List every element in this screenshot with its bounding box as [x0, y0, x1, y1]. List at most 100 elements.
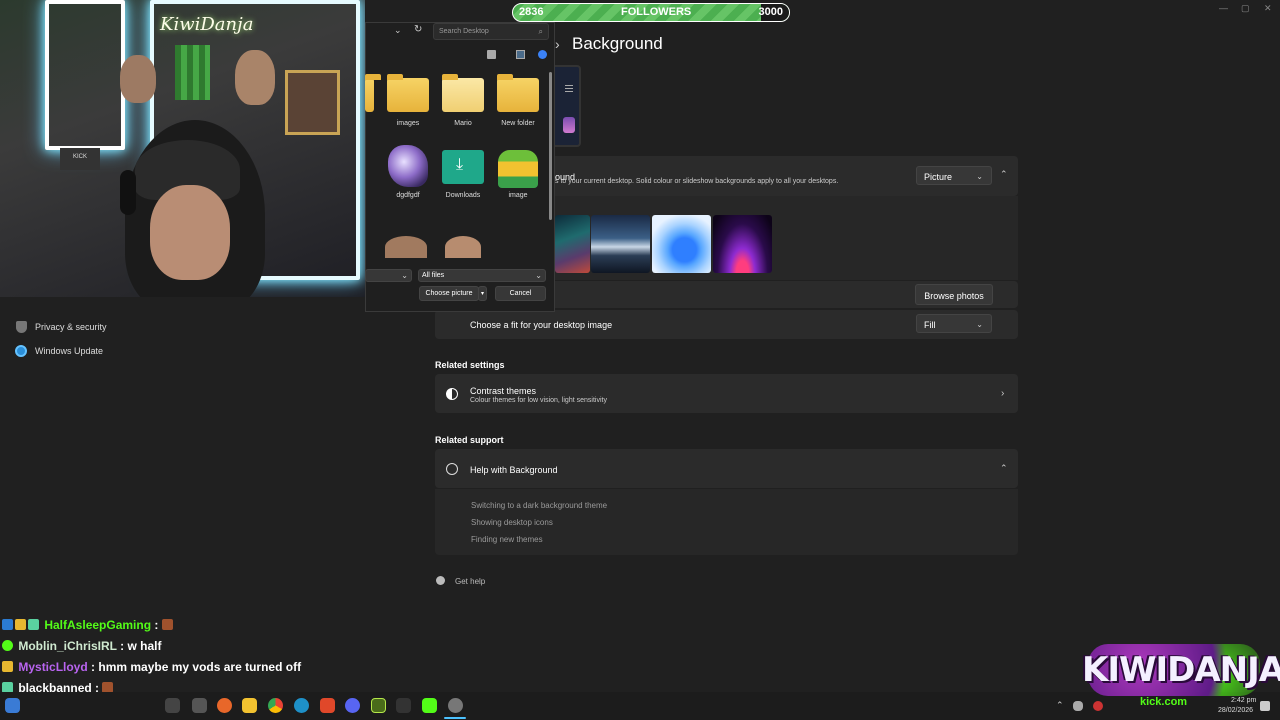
chevron-down-icon: ⌄ [401, 271, 408, 280]
cancel-button[interactable]: Cancel [495, 286, 546, 301]
page-title: Background [572, 34, 663, 53]
search-input[interactable]: Search Desktop ⌕ [433, 23, 549, 40]
badge-icon [15, 619, 26, 630]
file-item-label[interactable]: images [378, 120, 438, 127]
chevron-down-icon[interactable]: ⌄ [394, 25, 402, 36]
help-link[interactable]: Switching to a dark background theme [471, 501, 607, 510]
refresh-icon[interactable]: ↻ [414, 24, 422, 35]
recent-image-thumb[interactable] [713, 215, 772, 273]
chevron-up-icon: ⌃ [1000, 463, 1008, 473]
file-type-dropdown[interactable]: All files ⌄ [418, 269, 546, 282]
help-icon[interactable] [538, 50, 547, 59]
chevron-up-icon[interactable]: ⌃ [1056, 700, 1064, 711]
help-link[interactable]: Showing desktop icons [471, 518, 553, 527]
scrollbar-thumb[interactable] [549, 72, 552, 220]
image-thumbnail[interactable] [385, 236, 427, 258]
recent-image-thumb[interactable] [555, 215, 590, 273]
channel-logo: KIWIDANJA kick.com [1078, 630, 1280, 716]
discord-icon[interactable] [345, 698, 360, 713]
start-icon[interactable] [5, 698, 20, 713]
globe-icon [446, 463, 458, 475]
dropdown-value: All files [422, 272, 445, 279]
chat-separator: : [87, 660, 99, 674]
logo-subtext: kick.com [1140, 696, 1188, 708]
view-icon[interactable] [487, 50, 496, 59]
terminal-icon[interactable] [396, 698, 411, 713]
folder-icon[interactable] [387, 74, 429, 112]
maximize-icon[interactable]: ▢ [1241, 3, 1250, 14]
fit-label: Choose a fit for your desktop image [470, 320, 613, 330]
chevron-up-icon[interactable]: ⌃ [1000, 169, 1008, 180]
contrast-icon [446, 388, 458, 400]
firefox-icon[interactable] [217, 698, 232, 713]
kick-icon[interactable] [422, 698, 437, 713]
background-type-dropdown[interactable]: Picture ⌄ [916, 166, 992, 185]
follower-goal-bar: 2836 FOLLOWERS 3000 [512, 3, 790, 22]
taskbar-app-icon[interactable] [371, 698, 386, 713]
shield-icon [16, 321, 27, 333]
settings-gear-icon[interactable] [448, 698, 463, 713]
file-explorer-icon[interactable] [242, 698, 257, 713]
active-app-indicator [444, 717, 466, 719]
background-row-desc: s to your current desktop. Solid colour … [555, 178, 839, 185]
minimize-icon[interactable]: — [1219, 3, 1228, 13]
get-help-icon [436, 576, 445, 585]
chrome-icon[interactable] [268, 698, 283, 713]
choose-picture-button[interactable]: Choose picture [419, 286, 479, 301]
chevron-down-icon: ⌄ [976, 172, 983, 181]
chevron-down-icon[interactable]: ▾ [478, 286, 487, 301]
preview-pane-icon[interactable] [516, 50, 525, 59]
follower-label: FOLLOWERS [621, 6, 692, 18]
recent-image-thumb[interactable] [652, 215, 711, 273]
file-item-label[interactable]: dgdfgdf [378, 192, 438, 199]
webcam-overlay: KiwiDanja KICK [0, 0, 365, 297]
breadcrumb-chevron-icon: › [555, 36, 560, 52]
get-help-link[interactable]: Get help [455, 577, 485, 586]
file-item-label[interactable]: New folder [488, 120, 548, 127]
chat-message: Moblin_iChrisIRL : w half [2, 639, 161, 657]
taskbar-app-icon[interactable] [192, 698, 207, 713]
dropdown-value: Picture [924, 172, 953, 182]
folder-icon[interactable] [365, 74, 381, 112]
image-thumbnail[interactable] [498, 150, 538, 188]
folder-icon[interactable] [442, 74, 484, 112]
chevron-right-icon: › [1001, 388, 1005, 399]
badge-icon [2, 661, 13, 672]
browse-photos-button[interactable]: Browse photos [915, 284, 993, 305]
desktop-preview [555, 65, 581, 147]
chat-separator: : [151, 618, 162, 632]
image-thumbnail[interactable] [388, 145, 428, 187]
edge-icon[interactable] [294, 698, 309, 713]
headphone-left [120, 170, 136, 215]
image-thumbnail[interactable] [445, 236, 481, 258]
contrast-desc: Colour themes for low vision, light sens… [470, 397, 607, 404]
poster-face [235, 50, 275, 105]
emote-icon [161, 619, 173, 630]
help-link[interactable]: Finding new themes [471, 535, 543, 544]
filename-input[interactable]: ⌄ [365, 269, 412, 282]
taskbar-app-icon[interactable] [165, 698, 180, 713]
file-item-label[interactable]: Mario [433, 120, 493, 127]
badge-icon [2, 640, 13, 651]
fit-dropdown[interactable]: Fill ⌄ [916, 314, 992, 333]
follower-goal: 3000 [758, 6, 783, 18]
update-icon [15, 345, 27, 357]
downloads-folder-icon[interactable]: ⤓ [442, 150, 484, 184]
close-icon[interactable]: ✕ [1264, 3, 1272, 14]
chevron-down-icon: ⌄ [535, 271, 542, 280]
file-item-label[interactable]: image [488, 192, 548, 199]
chat-text: hmm maybe my vods are turned off [98, 660, 302, 674]
sidebar-item-windows-update[interactable]: Windows Update [35, 346, 103, 356]
kick-block-art [175, 45, 210, 100]
file-item-label[interactable]: Downloads [433, 192, 493, 199]
folder-icon[interactable] [497, 74, 539, 112]
contrast-title: Contrast themes [470, 386, 537, 396]
brave-icon[interactable] [320, 698, 335, 713]
chat-text: w half [127, 639, 162, 653]
recent-image-thumb[interactable] [591, 215, 650, 273]
chat-separator: : [116, 639, 128, 653]
search-icon: ⌕ [538, 27, 543, 36]
neon-frame [45, 0, 125, 150]
chat-message: MysticLloyd : hmm maybe my vods are turn… [2, 660, 301, 678]
sidebar-item-privacy[interactable]: Privacy & security [35, 322, 107, 332]
